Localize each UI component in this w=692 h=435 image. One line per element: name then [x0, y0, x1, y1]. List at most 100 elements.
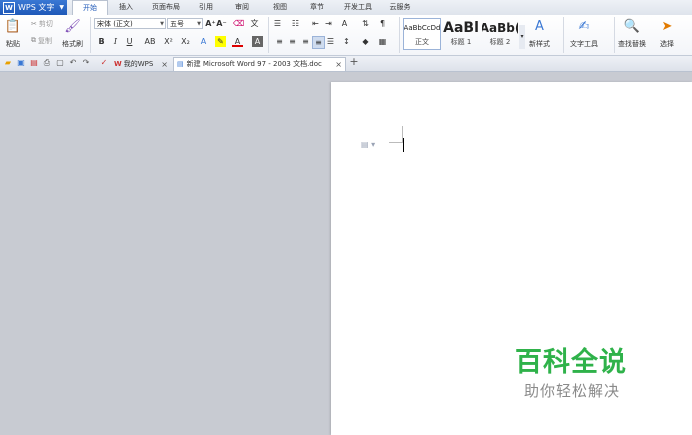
paragraph-marker-icon: ▤ ▾: [361, 140, 376, 149]
close-icon[interactable]: ×: [335, 58, 342, 71]
undo-icon[interactable]: ↶: [68, 58, 78, 68]
align-right-icon[interactable]: ≡: [300, 36, 311, 47]
char-shading-icon[interactable]: A: [252, 36, 263, 47]
cursor-arrow-icon: ➤: [661, 18, 673, 34]
ribbon: 📋 粘贴 ✂ 剪切 ⧉ 复制 🖌 格式刷 宋体 (正文) ▼ 五号 ▼ A⁺ A…: [0, 15, 692, 56]
font-size-value: 五号: [170, 20, 184, 28]
clear-format-icon[interactable]: ⌫: [233, 18, 244, 29]
cut-label: 剪切: [38, 19, 53, 28]
subscript-icon[interactable]: X₂: [180, 36, 191, 47]
paste-label: 粘贴: [6, 40, 20, 48]
copy-icon: ⧉: [31, 36, 36, 44]
grow-font-icon[interactable]: A⁺: [205, 18, 216, 29]
show-marks-icon[interactable]: ¶: [377, 18, 388, 29]
font-name-value: 宋体 (正文): [97, 20, 133, 28]
tab-cloud[interactable]: 云服务: [383, 0, 417, 15]
new-style-button[interactable]: A 新样式: [529, 17, 550, 49]
format-painter-button[interactable]: 🖌 格式刷: [62, 17, 83, 49]
decrease-indent-icon[interactable]: ⇤: [310, 18, 321, 29]
text-effect-icon[interactable]: A: [198, 36, 209, 47]
sort-icon[interactable]: ⇅: [360, 18, 371, 29]
highlight-icon[interactable]: ✎: [215, 36, 226, 47]
italic-icon[interactable]: I: [110, 36, 121, 47]
wps-logo-icon: W: [3, 1, 15, 14]
bullet-list-icon[interactable]: ☰: [272, 18, 283, 29]
cut-button[interactable]: ✂ 剪切: [31, 18, 53, 29]
align-center-icon[interactable]: ≡: [287, 36, 298, 47]
menu-bar: W WPS 文字 ▼ 开始 插入 页面布局 引用 审阅 视图 章节 开发工具 云…: [0, 0, 692, 17]
close-icon[interactable]: ×: [161, 58, 168, 71]
tab-current-document[interactable]: ▤ 新建 Microsoft Word 97 - 2003 文档.doc ×: [173, 57, 346, 71]
tab-references[interactable]: 引用: [192, 0, 220, 15]
justify-icon[interactable]: ≡: [312, 36, 325, 49]
watermark-title: 百科全说: [515, 347, 627, 378]
clipboard-icon: 📋: [4, 18, 22, 34]
doc-tab-label: 新建 Microsoft Word 97 - 2003 文档.doc: [186, 60, 322, 68]
redo-icon[interactable]: ↷: [81, 58, 91, 68]
tab-chapter[interactable]: 章节: [303, 0, 331, 15]
shading-icon[interactable]: ◆: [360, 36, 371, 47]
line-spacing-icon[interactable]: ↕: [341, 36, 352, 47]
superscript-icon[interactable]: X²: [163, 36, 174, 47]
style-heading-1[interactable]: AaBl 标题 1: [442, 18, 480, 50]
export-pdf-icon[interactable]: ▤: [29, 58, 39, 68]
bold-icon[interactable]: B: [96, 36, 107, 47]
font-name-select[interactable]: 宋体 (正文) ▼: [94, 18, 166, 29]
style-heading-2[interactable]: AaBb( 标题 2: [481, 18, 519, 50]
tab-developer[interactable]: 开发工具: [338, 0, 378, 15]
tab-insert[interactable]: 插入: [112, 0, 140, 15]
styles-more-icon[interactable]: ▾: [519, 25, 525, 49]
document-page[interactable]: ▤ ▾ 百科全说 助你轻松解决: [331, 82, 692, 435]
open-folder-icon[interactable]: ▰: [3, 58, 13, 68]
format-painter-label: 格式刷: [62, 40, 83, 48]
style-sample: AaBbCcDd: [404, 24, 440, 32]
print-icon[interactable]: ⎙: [42, 58, 52, 68]
print-preview-icon[interactable]: ▢: [55, 58, 65, 68]
search-icon: 🔍: [623, 18, 641, 34]
app-menu-button[interactable]: W WPS 文字 ▼: [0, 0, 67, 15]
margin-corner-mark: [389, 142, 403, 143]
scissors-icon: ✂: [31, 19, 37, 28]
numbered-list-icon[interactable]: ☷: [290, 18, 301, 29]
customize-icon[interactable]: ✓: [99, 58, 109, 68]
tab-my-wps[interactable]: W 我的WPS ×: [111, 57, 171, 71]
select-label: 选择: [660, 40, 674, 48]
copy-label: 复制: [38, 36, 52, 45]
add-tab-icon[interactable]: +: [349, 56, 359, 67]
tab-view[interactable]: 视图: [266, 0, 294, 15]
select-button[interactable]: ➤ 选择: [658, 17, 676, 49]
paste-button[interactable]: 📋 粘贴: [4, 17, 22, 49]
style-sample: AaBb(: [482, 21, 518, 35]
align-left-icon[interactable]: ≡: [274, 36, 285, 47]
style-name: 标题 1: [450, 38, 472, 46]
phonetic-icon[interactable]: 文: [249, 18, 260, 29]
text-tools-label: 文字工具: [570, 40, 598, 48]
font-color-icon[interactable]: A: [232, 36, 243, 47]
divider: [268, 17, 269, 53]
new-style-label: 新样式: [529, 40, 550, 48]
distribute-icon[interactable]: ☰: [325, 36, 336, 47]
shrink-font-icon[interactable]: A⁻: [216, 18, 227, 29]
find-replace-button[interactable]: 🔍 查找替换: [618, 17, 646, 49]
save-icon[interactable]: ▣: [16, 58, 26, 68]
new-style-icon: A: [535, 18, 544, 34]
divider: [614, 17, 615, 53]
copy-button[interactable]: ⧉ 复制: [31, 35, 52, 46]
chinese-layout-icon[interactable]: A: [339, 18, 350, 29]
style-normal[interactable]: AaBbCcDd 正文: [403, 18, 441, 50]
increase-indent-icon[interactable]: ⇥: [323, 18, 334, 29]
underline-icon[interactable]: U: [124, 36, 135, 47]
text-tools-icon: ✍: [578, 18, 590, 34]
strikethrough-icon[interactable]: AB: [142, 36, 158, 47]
divider: [563, 17, 564, 53]
document-tab-bar: ▰ ▣ ▤ ⎙ ▢ ↶ ↷ ✓ W 我的WPS × ▤ 新建 Microsoft…: [0, 56, 692, 72]
tab-review[interactable]: 审阅: [228, 0, 256, 15]
text-tools-button[interactable]: ✍ 文字工具: [570, 17, 598, 49]
chevron-down-icon: ▼: [160, 21, 164, 27]
style-sample: AaBl: [443, 20, 479, 36]
font-size-select[interactable]: 五号 ▼: [167, 18, 203, 29]
border-icon[interactable]: ▦: [377, 36, 388, 47]
brush-icon: 🖌: [64, 18, 81, 34]
tab-page-layout[interactable]: 页面布局: [146, 0, 186, 15]
divider: [399, 17, 400, 53]
